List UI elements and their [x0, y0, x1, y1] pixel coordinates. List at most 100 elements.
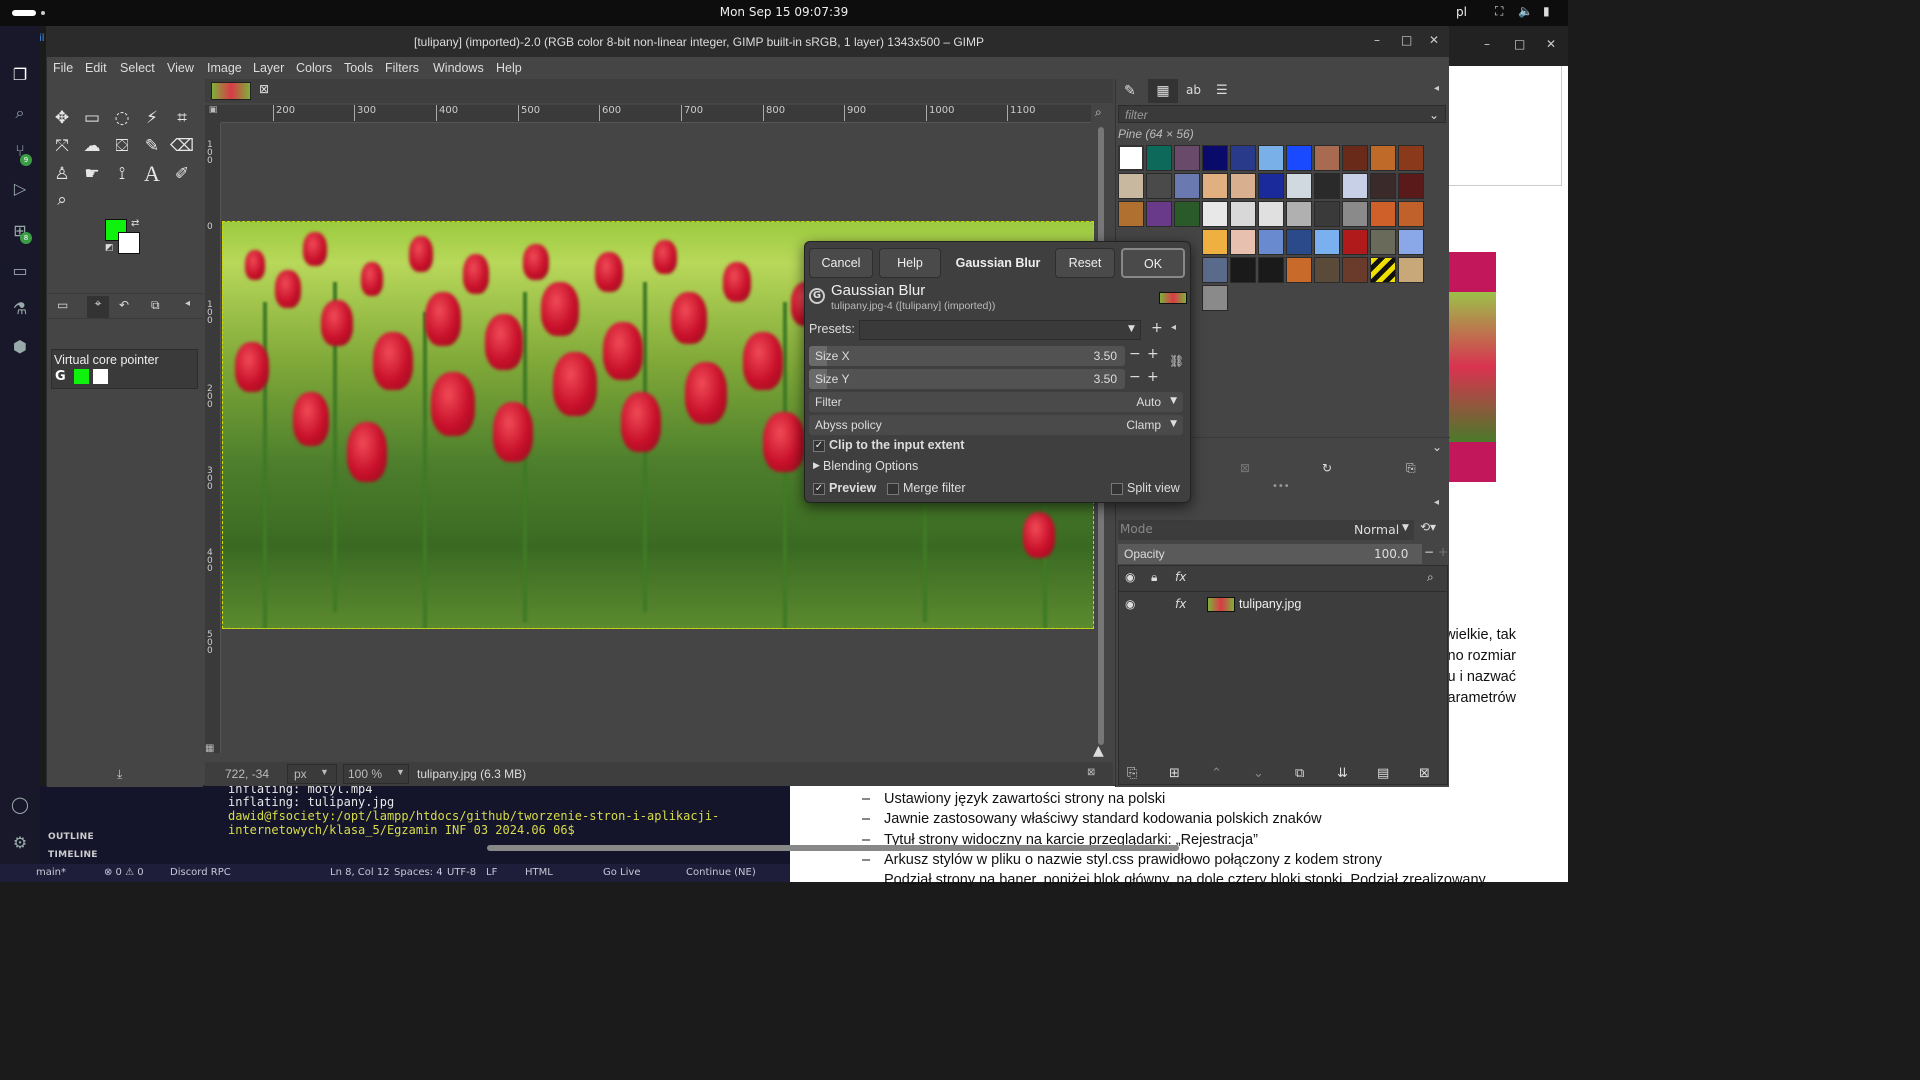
pattern-swatch[interactable]	[1146, 145, 1172, 171]
tab-menu-icon[interactable]: ◂	[1434, 83, 1439, 94]
pattern-swatch[interactable]	[1174, 145, 1200, 171]
cancel-status-icon[interactable]: ⊠	[1087, 767, 1095, 778]
pattern-swatch[interactable]	[1342, 145, 1368, 171]
layer-mode-select[interactable]: Mode Normal ▼	[1118, 520, 1414, 540]
help-button[interactable]: Help	[879, 248, 941, 278]
warp-tool-icon[interactable]: ☁	[79, 133, 105, 159]
pattern-swatch[interactable]	[1342, 201, 1368, 227]
containers-icon[interactable]: ⬢	[9, 336, 31, 358]
zoom-navigate-icon[interactable]: ⌕	[1095, 105, 1111, 123]
split-view-checkbox[interactable]	[1111, 483, 1123, 495]
pattern-swatch[interactable]	[1202, 145, 1228, 171]
eol-status[interactable]: LF	[486, 867, 497, 878]
pattern-swatch[interactable]	[1258, 229, 1284, 255]
pattern-swatch[interactable]	[1342, 257, 1368, 283]
pattern-swatch[interactable]	[1398, 145, 1424, 171]
chevron-down-icon[interactable]: ⌄	[1432, 440, 1442, 454]
battery-icon[interactable]: ▮	[1543, 4, 1550, 18]
move-tool-icon[interactable]: ✥	[49, 105, 75, 131]
pattern-swatch[interactable]	[1314, 257, 1340, 283]
menu-help[interactable]: Help	[496, 61, 522, 75]
pattern-swatch[interactable]	[1258, 201, 1284, 227]
delete-layer-icon[interactable]: ⊠	[1419, 766, 1430, 781]
pattern-swatch[interactable]	[1202, 173, 1228, 199]
patterns-tab-icon[interactable]: ▦	[1148, 79, 1178, 103]
menu-filters[interactable]: Filters	[385, 61, 419, 75]
minimize-icon[interactable]: –	[1374, 33, 1380, 47]
pattern-swatch[interactable]	[1230, 229, 1256, 255]
toolbox-dock-icon[interactable]: ⤓	[117, 767, 122, 782]
image-tab-thumbnail[interactable]	[211, 82, 251, 100]
expander-arrow-icon[interactable]: ▶	[813, 461, 820, 471]
raise-layer-icon[interactable]: ⌃	[1211, 766, 1222, 781]
pattern-swatch[interactable]	[1146, 173, 1172, 199]
pattern-swatch[interactable]	[1202, 285, 1228, 311]
lasso-tool-icon[interactable]: ◌	[109, 105, 135, 131]
swap-colors-icon[interactable]: ⇄	[131, 218, 139, 229]
pattern-swatch[interactable]	[1342, 229, 1368, 255]
layer-mask-icon[interactable]: ▤	[1377, 766, 1389, 781]
pattern-swatch[interactable]	[1202, 257, 1228, 283]
network-icon[interactable]: ⛶	[1495, 4, 1503, 19]
search-icon[interactable]: ⌕	[9, 102, 31, 124]
pattern-swatch[interactable]	[1370, 173, 1396, 199]
paths-tool-icon[interactable]: ⟟	[109, 161, 135, 187]
cancel-button[interactable]: Cancel	[809, 248, 873, 278]
merge-filter-label[interactable]: Merge filter	[903, 481, 966, 495]
pattern-swatch[interactable]	[1258, 173, 1284, 199]
pattern-swatch[interactable]	[1202, 229, 1228, 255]
pattern-swatch[interactable]	[1398, 201, 1424, 227]
indent-status[interactable]: Spaces: 4	[394, 867, 443, 878]
color-picker-tool-icon[interactable]: ✐	[169, 161, 195, 187]
pattern-swatch[interactable]	[1286, 145, 1312, 171]
pattern-swatch[interactable]	[1342, 173, 1368, 199]
preset-menu-icon[interactable]: ◂	[1171, 322, 1176, 333]
language-mode[interactable]: HTML	[525, 867, 553, 878]
size-x-plus-icon[interactable]: +	[1147, 346, 1159, 362]
fonts-tab-icon[interactable]: ab	[1186, 83, 1201, 97]
ok-button[interactable]: OK	[1121, 248, 1185, 278]
pattern-swatch[interactable]	[1230, 145, 1256, 171]
discord-status[interactable]: Discord RPC	[170, 867, 231, 878]
smudge-tool-icon[interactable]: ☛	[79, 161, 105, 187]
pattern-swatch[interactable]	[1118, 145, 1144, 171]
size-y-value[interactable]: 3.50	[1094, 372, 1117, 386]
outline-section[interactable]: OUTLINE	[48, 832, 94, 842]
problems-status[interactable]: ⊗ 0 ⚠ 0	[104, 867, 144, 878]
pattern-swatch[interactable]	[1370, 145, 1396, 171]
close-icon[interactable]: ✕	[1546, 37, 1556, 51]
cursor-position[interactable]: Ln 8, Col 12	[330, 867, 390, 878]
rect-select-tool-icon[interactable]: ▭	[79, 105, 105, 131]
menu-image[interactable]: Image	[207, 61, 242, 75]
pattern-swatch[interactable]	[1174, 173, 1200, 199]
minus-icon[interactable]: −	[1424, 545, 1434, 559]
undo-history-tab-icon[interactable]: ↶	[119, 298, 129, 312]
quick-mask-corner-icon[interactable]: ▣	[205, 105, 221, 123]
presets-select[interactable]: ▼	[859, 320, 1141, 340]
menu-file[interactable]: File	[53, 61, 73, 75]
size-x-minus-icon[interactable]: −	[1129, 346, 1141, 362]
tab-menu-icon[interactable]: ◂	[185, 298, 190, 309]
pattern-swatch[interactable]	[1286, 229, 1312, 255]
maximize-icon[interactable]: □	[1401, 33, 1412, 47]
pattern-swatch[interactable]	[1398, 229, 1424, 255]
transform-tool-icon[interactable]: ⤧	[49, 133, 75, 159]
size-x-slider[interactable]: Size X 3.50	[809, 346, 1125, 366]
navigate-arrow-icon[interactable]: ▲	[1093, 743, 1104, 759]
size-y-plus-icon[interactable]: +	[1147, 369, 1159, 385]
device-status-tab-icon[interactable]: ⌖	[87, 296, 109, 318]
preview-checkbox[interactable]: ✓	[813, 483, 825, 495]
dock-separator-handle[interactable]: •••	[1272, 481, 1290, 492]
menu-select[interactable]: Select	[120, 61, 155, 75]
layer-row[interactable]: ◉ fx tulipany.jpg	[1119, 594, 1447, 616]
pattern-swatch[interactable]	[1202, 201, 1228, 227]
settings-gear-icon[interactable]: ⚙	[9, 832, 31, 854]
merge-down-icon[interactable]: ⇊	[1337, 766, 1348, 781]
encoding-status[interactable]: UTF-8	[447, 867, 476, 878]
document-history-tab-icon[interactable]: ☰	[1216, 83, 1228, 98]
pattern-swatch[interactable]	[1230, 201, 1256, 227]
open-pattern-icon[interactable]: ⎘	[1406, 461, 1416, 476]
brushes-tab-icon[interactable]: ✎	[1124, 83, 1136, 99]
pattern-swatch[interactable]	[1118, 201, 1144, 227]
pattern-swatch[interactable]	[1230, 257, 1256, 283]
